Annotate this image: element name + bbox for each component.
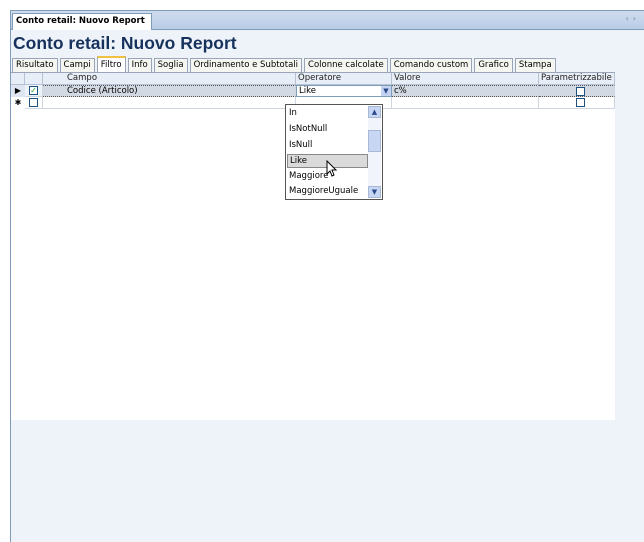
campo-cell[interactable]: Codice (Articolo) <box>43 85 296 97</box>
tab-info[interactable]: Info <box>127 58 152 72</box>
row-check-cell <box>25 97 43 109</box>
column-header-campo[interactable]: Campo <box>43 73 296 85</box>
grid-header: Campo Operatore Valore Parametrizzabile <box>11 73 615 85</box>
dropdown-item-isnull[interactable]: IsNull <box>287 139 368 153</box>
tab-filtro[interactable]: Filtro <box>96 56 126 73</box>
campo-cell[interactable] <box>43 97 296 109</box>
scroll-right-icon[interactable]: › <box>633 14 640 23</box>
valore-cell[interactable] <box>392 97 539 109</box>
scroll-left-icon[interactable]: ‹ <box>626 14 633 23</box>
dropdown-scrollbar[interactable]: ▲ ▼ <box>368 106 381 198</box>
row-enabled-checkbox[interactable]: ✓ <box>29 86 38 95</box>
scrollbar-thumb[interactable] <box>368 130 381 152</box>
document-tab[interactable]: Conto retail: Nuovo Report <box>12 13 152 30</box>
tab-campi[interactable]: Campi <box>59 58 95 72</box>
document-tabstrip: Conto retail: Nuovo Report ‹› <box>11 11 644 30</box>
valore-cell[interactable]: c% <box>392 85 539 97</box>
tab-colonne-calcolate[interactable]: Colonne calcolate <box>304 58 388 72</box>
check-column-header <box>25 73 43 85</box>
column-header-parametrizzabile[interactable]: Parametrizzabile <box>539 73 615 85</box>
parametrizzabile-checkbox[interactable] <box>576 87 585 96</box>
tab-comando-custom[interactable]: Comando custom <box>389 58 473 72</box>
new-row-icon: ✱ <box>14 98 22 107</box>
row-check-cell: ✓ <box>25 85 43 97</box>
tab-grafico[interactable]: Grafico <box>474 58 513 72</box>
row-enabled-checkbox[interactable] <box>29 98 38 107</box>
dropdown-item-maggioreuguale[interactable]: MaggioreUguale <box>287 185 368 199</box>
parametrizzabile-cell[interactable] <box>539 85 615 97</box>
dropdown-item-in[interactable]: In <box>287 107 368 121</box>
chevron-up-icon[interactable]: ▲ <box>368 106 381 118</box>
operatore-value: Like <box>299 86 316 96</box>
current-row-icon: ▶ <box>14 86 22 95</box>
chevron-down-icon[interactable]: ▼ <box>381 86 391 96</box>
column-header-operatore[interactable]: Operatore <box>296 73 392 85</box>
column-header-valore[interactable]: Valore <box>392 73 539 85</box>
table-row[interactable]: ▶ ✓ Codice (Articolo) Like ▼ c% <box>11 85 615 97</box>
report-window: Conto retail: Nuovo Report ‹› Conto reta… <box>10 10 644 542</box>
tab-stampa[interactable]: Stampa <box>514 58 556 72</box>
parametrizzabile-checkbox[interactable] <box>576 98 585 107</box>
tab-navigation: ‹› <box>626 14 640 23</box>
page-title: Conto retail: Nuovo Report <box>13 33 237 53</box>
parametrizzabile-cell[interactable] <box>539 97 615 109</box>
tab-risultato[interactable]: Risultato <box>12 58 58 72</box>
row-header-corner <box>11 73 25 85</box>
chevron-down-icon[interactable]: ▼ <box>368 186 381 198</box>
tab-ordinamento[interactable]: Ordinamento e Subtotali <box>189 58 303 72</box>
operator-dropdown-list[interactable]: In IsNotNull IsNull Like Maggiore Maggio… <box>285 104 383 200</box>
report-tabs: Risultato Campi Filtro Info Soglia Ordin… <box>11 56 644 73</box>
dropdown-item-isnotnull[interactable]: IsNotNull <box>287 123 368 137</box>
mouse-cursor-icon <box>326 160 338 177</box>
operatore-combo[interactable]: Like ▼ <box>296 85 392 97</box>
tab-soglia[interactable]: Soglia <box>153 58 188 72</box>
